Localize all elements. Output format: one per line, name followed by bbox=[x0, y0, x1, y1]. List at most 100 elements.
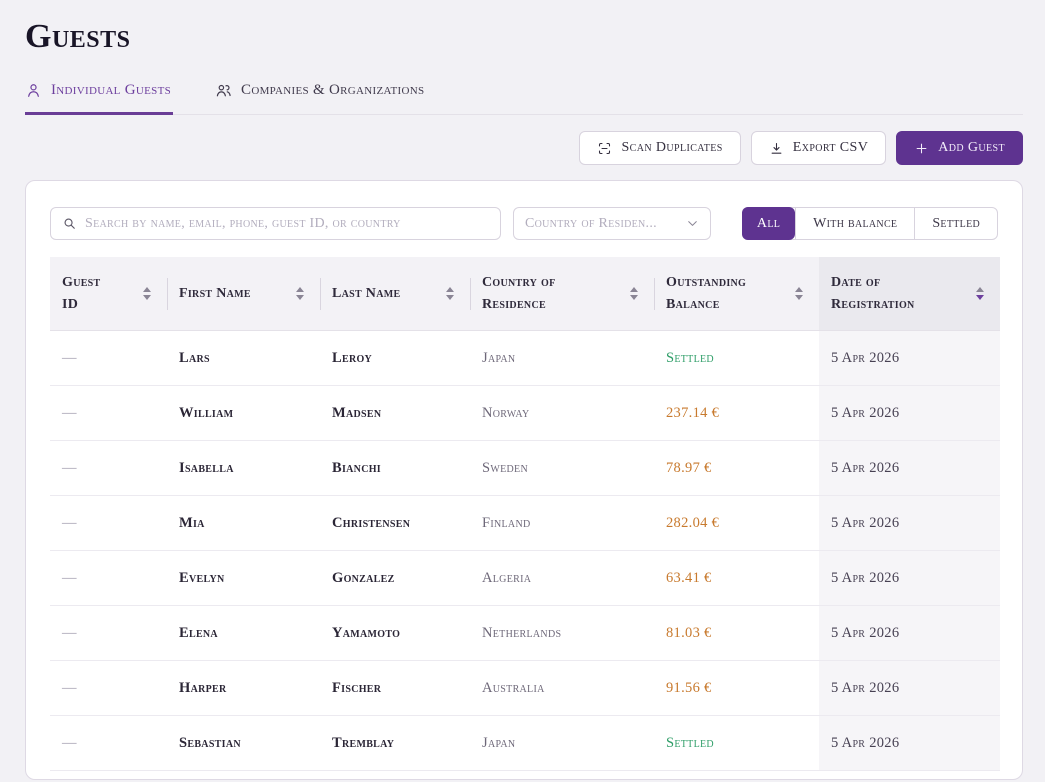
cell-last-name: Christensen bbox=[320, 496, 470, 551]
add-guest-label: Add Guest bbox=[938, 140, 1005, 156]
segment-settled[interactable]: Settled bbox=[914, 208, 997, 239]
search-icon bbox=[62, 216, 77, 231]
table-body: — Lars Leroy Japan Settled 5 Apr 2026 — … bbox=[50, 331, 1000, 771]
add-guest-button[interactable]: Add Guest bbox=[896, 131, 1023, 165]
cell-guest-id: — bbox=[50, 661, 167, 716]
cell-country: Japan bbox=[470, 331, 654, 386]
guests-card: Country of Residen... All With balance S… bbox=[25, 180, 1023, 780]
download-icon bbox=[769, 141, 784, 156]
cell-country: Norway bbox=[470, 386, 654, 441]
header-outstanding-balance[interactable]: Outstanding Balance bbox=[654, 257, 819, 331]
search-input[interactable] bbox=[85, 216, 489, 232]
table-row[interactable]: — William Madsen Norway 237.14 € 5 Apr 2… bbox=[50, 386, 1000, 441]
cell-country: Finland bbox=[470, 496, 654, 551]
country-of-residence-dropdown[interactable]: Country of Residen... bbox=[513, 207, 711, 240]
sort-icon-active-desc bbox=[976, 287, 984, 300]
cell-guest-id: — bbox=[50, 441, 167, 496]
cell-country: Japan bbox=[470, 716, 654, 771]
table-header: Guest ID First Name Last Name Country of… bbox=[50, 257, 1000, 331]
tab-individual-guests[interactable]: Individual Guests bbox=[25, 82, 173, 115]
scan-duplicates-button[interactable]: Scan Duplicates bbox=[579, 131, 740, 165]
cell-first-name: Evelyn bbox=[167, 551, 320, 606]
cell-last-name: Fischer bbox=[320, 661, 470, 716]
header-date-of-registration[interactable]: Date of Registration bbox=[819, 257, 1000, 331]
cell-guest-id: — bbox=[50, 606, 167, 661]
dropdown-placeholder: Country of Residen... bbox=[525, 216, 657, 232]
segment-all[interactable]: All bbox=[742, 207, 795, 240]
cell-guest-id: — bbox=[50, 386, 167, 441]
sort-icon bbox=[630, 287, 638, 300]
table-row[interactable]: — Sebastian Tremblay Japan Settled 5 Apr… bbox=[50, 716, 1000, 771]
tab-label: Individual Guests bbox=[51, 82, 171, 99]
cell-country: Algeria bbox=[470, 551, 654, 606]
cell-balance: Settled bbox=[654, 716, 819, 771]
scan-icon bbox=[597, 141, 612, 156]
cell-guest-id: — bbox=[50, 331, 167, 386]
cell-balance: 63.41 € bbox=[654, 551, 819, 606]
cell-date-of-registration: 5 Apr 2026 bbox=[819, 386, 1000, 441]
guests-page: Guests Individual Guests Companies & Org… bbox=[0, 0, 1045, 780]
cell-first-name: Lars bbox=[167, 331, 320, 386]
cell-last-name: Tremblay bbox=[320, 716, 470, 771]
cell-first-name: Harper bbox=[167, 661, 320, 716]
balance-filter-segments: All With balance Settled bbox=[742, 207, 998, 240]
page-title: Guests bbox=[25, 18, 1023, 56]
cell-date-of-registration: 5 Apr 2026 bbox=[819, 661, 1000, 716]
sort-icon bbox=[795, 287, 803, 300]
cell-first-name: William bbox=[167, 386, 320, 441]
people-icon bbox=[215, 82, 232, 99]
cell-guest-id: — bbox=[50, 551, 167, 606]
toolbar: Scan Duplicates Export CSV Add Guest bbox=[25, 131, 1023, 165]
table-row[interactable]: — Lars Leroy Japan Settled 5 Apr 2026 bbox=[50, 331, 1000, 386]
cell-first-name: Isabella bbox=[167, 441, 320, 496]
segment-with-balance[interactable]: With balance bbox=[795, 208, 914, 239]
cell-first-name: Sebastian bbox=[167, 716, 320, 771]
chevron-down-icon bbox=[686, 217, 699, 230]
header-last-name[interactable]: Last Name bbox=[320, 257, 470, 331]
header-country-of-residence[interactable]: Country of Residence bbox=[470, 257, 654, 331]
cell-balance: 78.97 € bbox=[654, 441, 819, 496]
sort-icon bbox=[446, 287, 454, 300]
cell-first-name: Mia bbox=[167, 496, 320, 551]
cell-balance: Settled bbox=[654, 331, 819, 386]
cell-balance: 91.56 € bbox=[654, 661, 819, 716]
cell-country: Netherlands bbox=[470, 606, 654, 661]
scan-duplicates-label: Scan Duplicates bbox=[621, 140, 722, 156]
header-first-name[interactable]: First Name bbox=[167, 257, 320, 331]
cell-last-name: Yamamoto bbox=[320, 606, 470, 661]
cell-balance: 81.03 € bbox=[654, 606, 819, 661]
table-row[interactable]: — Isabella Bianchi Sweden 78.97 € 5 Apr … bbox=[50, 441, 1000, 496]
export-csv-label: Export CSV bbox=[793, 140, 868, 156]
cell-date-of-registration: 5 Apr 2026 bbox=[819, 496, 1000, 551]
guests-table: Guest ID First Name Last Name Country of… bbox=[50, 257, 1000, 771]
cell-guest-id: — bbox=[50, 716, 167, 771]
cell-balance: 237.14 € bbox=[654, 386, 819, 441]
cell-last-name: Madsen bbox=[320, 386, 470, 441]
cell-last-name: Gonzalez bbox=[320, 551, 470, 606]
table-row[interactable]: — Elena Yamamoto Netherlands 81.03 € 5 A… bbox=[50, 606, 1000, 661]
cell-date-of-registration: 5 Apr 2026 bbox=[819, 331, 1000, 386]
search-box bbox=[50, 207, 501, 240]
tabbar: Individual Guests Companies & Organizati… bbox=[25, 82, 1023, 115]
cell-date-of-registration: 5 Apr 2026 bbox=[819, 551, 1000, 606]
cell-country: Sweden bbox=[470, 441, 654, 496]
filter-controls: Country of Residen... All With balance S… bbox=[50, 207, 998, 240]
sort-icon bbox=[143, 287, 151, 300]
cell-guest-id: — bbox=[50, 496, 167, 551]
tab-label: Companies & Organizations bbox=[241, 82, 424, 99]
cell-first-name: Elena bbox=[167, 606, 320, 661]
table-row[interactable]: — Harper Fischer Australia 91.56 € 5 Apr… bbox=[50, 661, 1000, 716]
person-icon bbox=[25, 82, 42, 99]
header-guest-id[interactable]: Guest ID bbox=[50, 257, 167, 331]
tab-companies-organizations[interactable]: Companies & Organizations bbox=[215, 82, 426, 115]
plus-icon bbox=[914, 141, 929, 156]
export-csv-button[interactable]: Export CSV bbox=[751, 131, 886, 165]
cell-date-of-registration: 5 Apr 2026 bbox=[819, 716, 1000, 771]
sort-icon bbox=[296, 287, 304, 300]
cell-country: Australia bbox=[470, 661, 654, 716]
cell-date-of-registration: 5 Apr 2026 bbox=[819, 606, 1000, 661]
cell-date-of-registration: 5 Apr 2026 bbox=[819, 441, 1000, 496]
cell-balance: 282.04 € bbox=[654, 496, 819, 551]
table-row[interactable]: — Evelyn Gonzalez Algeria 63.41 € 5 Apr … bbox=[50, 551, 1000, 606]
table-row[interactable]: — Mia Christensen Finland 282.04 € 5 Apr… bbox=[50, 496, 1000, 551]
